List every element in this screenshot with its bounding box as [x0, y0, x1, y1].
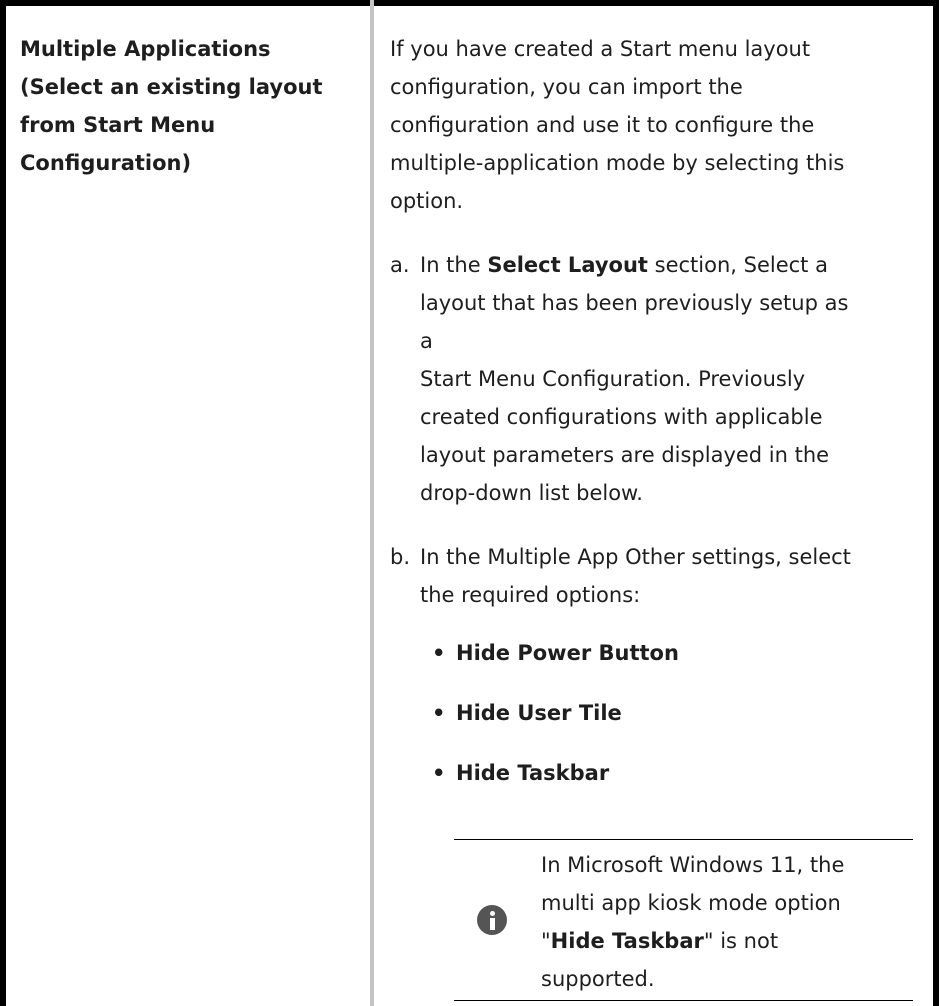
bullet-item-hide-user-tile: • Hide User Tile — [420, 694, 852, 732]
note-bottom-rule — [454, 1000, 913, 1001]
step-b-line: the required options: — [420, 583, 641, 607]
intro-paragraph: If you have created a Start menu layout … — [390, 30, 910, 220]
step-a-line: layout that has been previously setup as… — [420, 291, 849, 353]
option-title-line: (Select an existing layout — [20, 75, 323, 99]
option-title-line: Multiple Applications — [20, 37, 271, 61]
note-line: "Hide Taskbar" is not — [541, 922, 911, 960]
note-line: multi app kiosk mode option — [541, 891, 841, 915]
bullet-label: Hide Power Button — [456, 641, 679, 665]
step-a: a. In the Select Layout section, Select … — [390, 246, 852, 512]
option-bullet-list: • Hide Power Button • Hide User Tile • Hide… — [420, 634, 852, 792]
option-title-line: Configuration) — [20, 151, 192, 175]
intro-line: If you have created a Start menu layout — [390, 37, 811, 61]
bullet-glyph: • — [432, 761, 446, 785]
step-a-line: layout parameters are displayed in the — [420, 443, 830, 467]
note-bold-label: Hide Taskbar — [550, 929, 704, 953]
option-name-cell: Multiple Applications (Select an existin… — [20, 30, 355, 182]
select-layout-label: Select Layout — [487, 253, 648, 277]
info-icon — [477, 905, 507, 935]
intro-line: configuration and use it to configure th… — [390, 113, 815, 137]
option-title-line: from Start Menu — [20, 113, 216, 137]
intro-line: multiple-application mode by selecting t… — [390, 151, 845, 175]
note-quote: " — [703, 929, 714, 953]
step-a-line: drop-down list below. — [420, 481, 643, 505]
note-text: In Microsoft Windows 11, the multi app k… — [541, 846, 911, 998]
intro-line: configuration, you can import the — [390, 75, 743, 99]
note-line: supported. — [541, 967, 655, 991]
column-divider — [370, 0, 374, 1006]
note-quote: " — [541, 929, 551, 953]
option-description-cell: If you have created a Start menu layout … — [390, 30, 910, 814]
bullet-item-hide-power-button: • Hide Power Button — [420, 634, 852, 672]
step-marker: b. — [390, 545, 411, 569]
bullet-label: Hide User Tile — [456, 701, 622, 725]
step-marker: a. — [390, 253, 410, 277]
step-a-first-line: In the Select Layout section, Select a — [420, 246, 852, 284]
step-a-prefix: In the — [420, 253, 488, 277]
bullet-item-hide-taskbar: • Hide Taskbar — [420, 754, 852, 792]
step-b: b. In the Multiple App Other settings, s… — [390, 538, 852, 792]
bullet-glyph: • — [432, 701, 446, 725]
bullet-label: Hide Taskbar — [456, 761, 610, 785]
note-top-rule — [454, 839, 913, 840]
step-a-suffix: section, Select a — [647, 253, 828, 277]
bullet-glyph: • — [432, 641, 446, 665]
step-a-line: created configurations with applicable — [420, 405, 823, 429]
note-line: In Microsoft Windows 11, the — [541, 853, 845, 877]
step-b-line: In the Multiple App Other settings, sele… — [420, 545, 851, 569]
note-after: is not — [713, 929, 779, 953]
step-a-line: Start Menu Configuration. Previously — [420, 367, 806, 391]
intro-line: option. — [390, 189, 464, 213]
